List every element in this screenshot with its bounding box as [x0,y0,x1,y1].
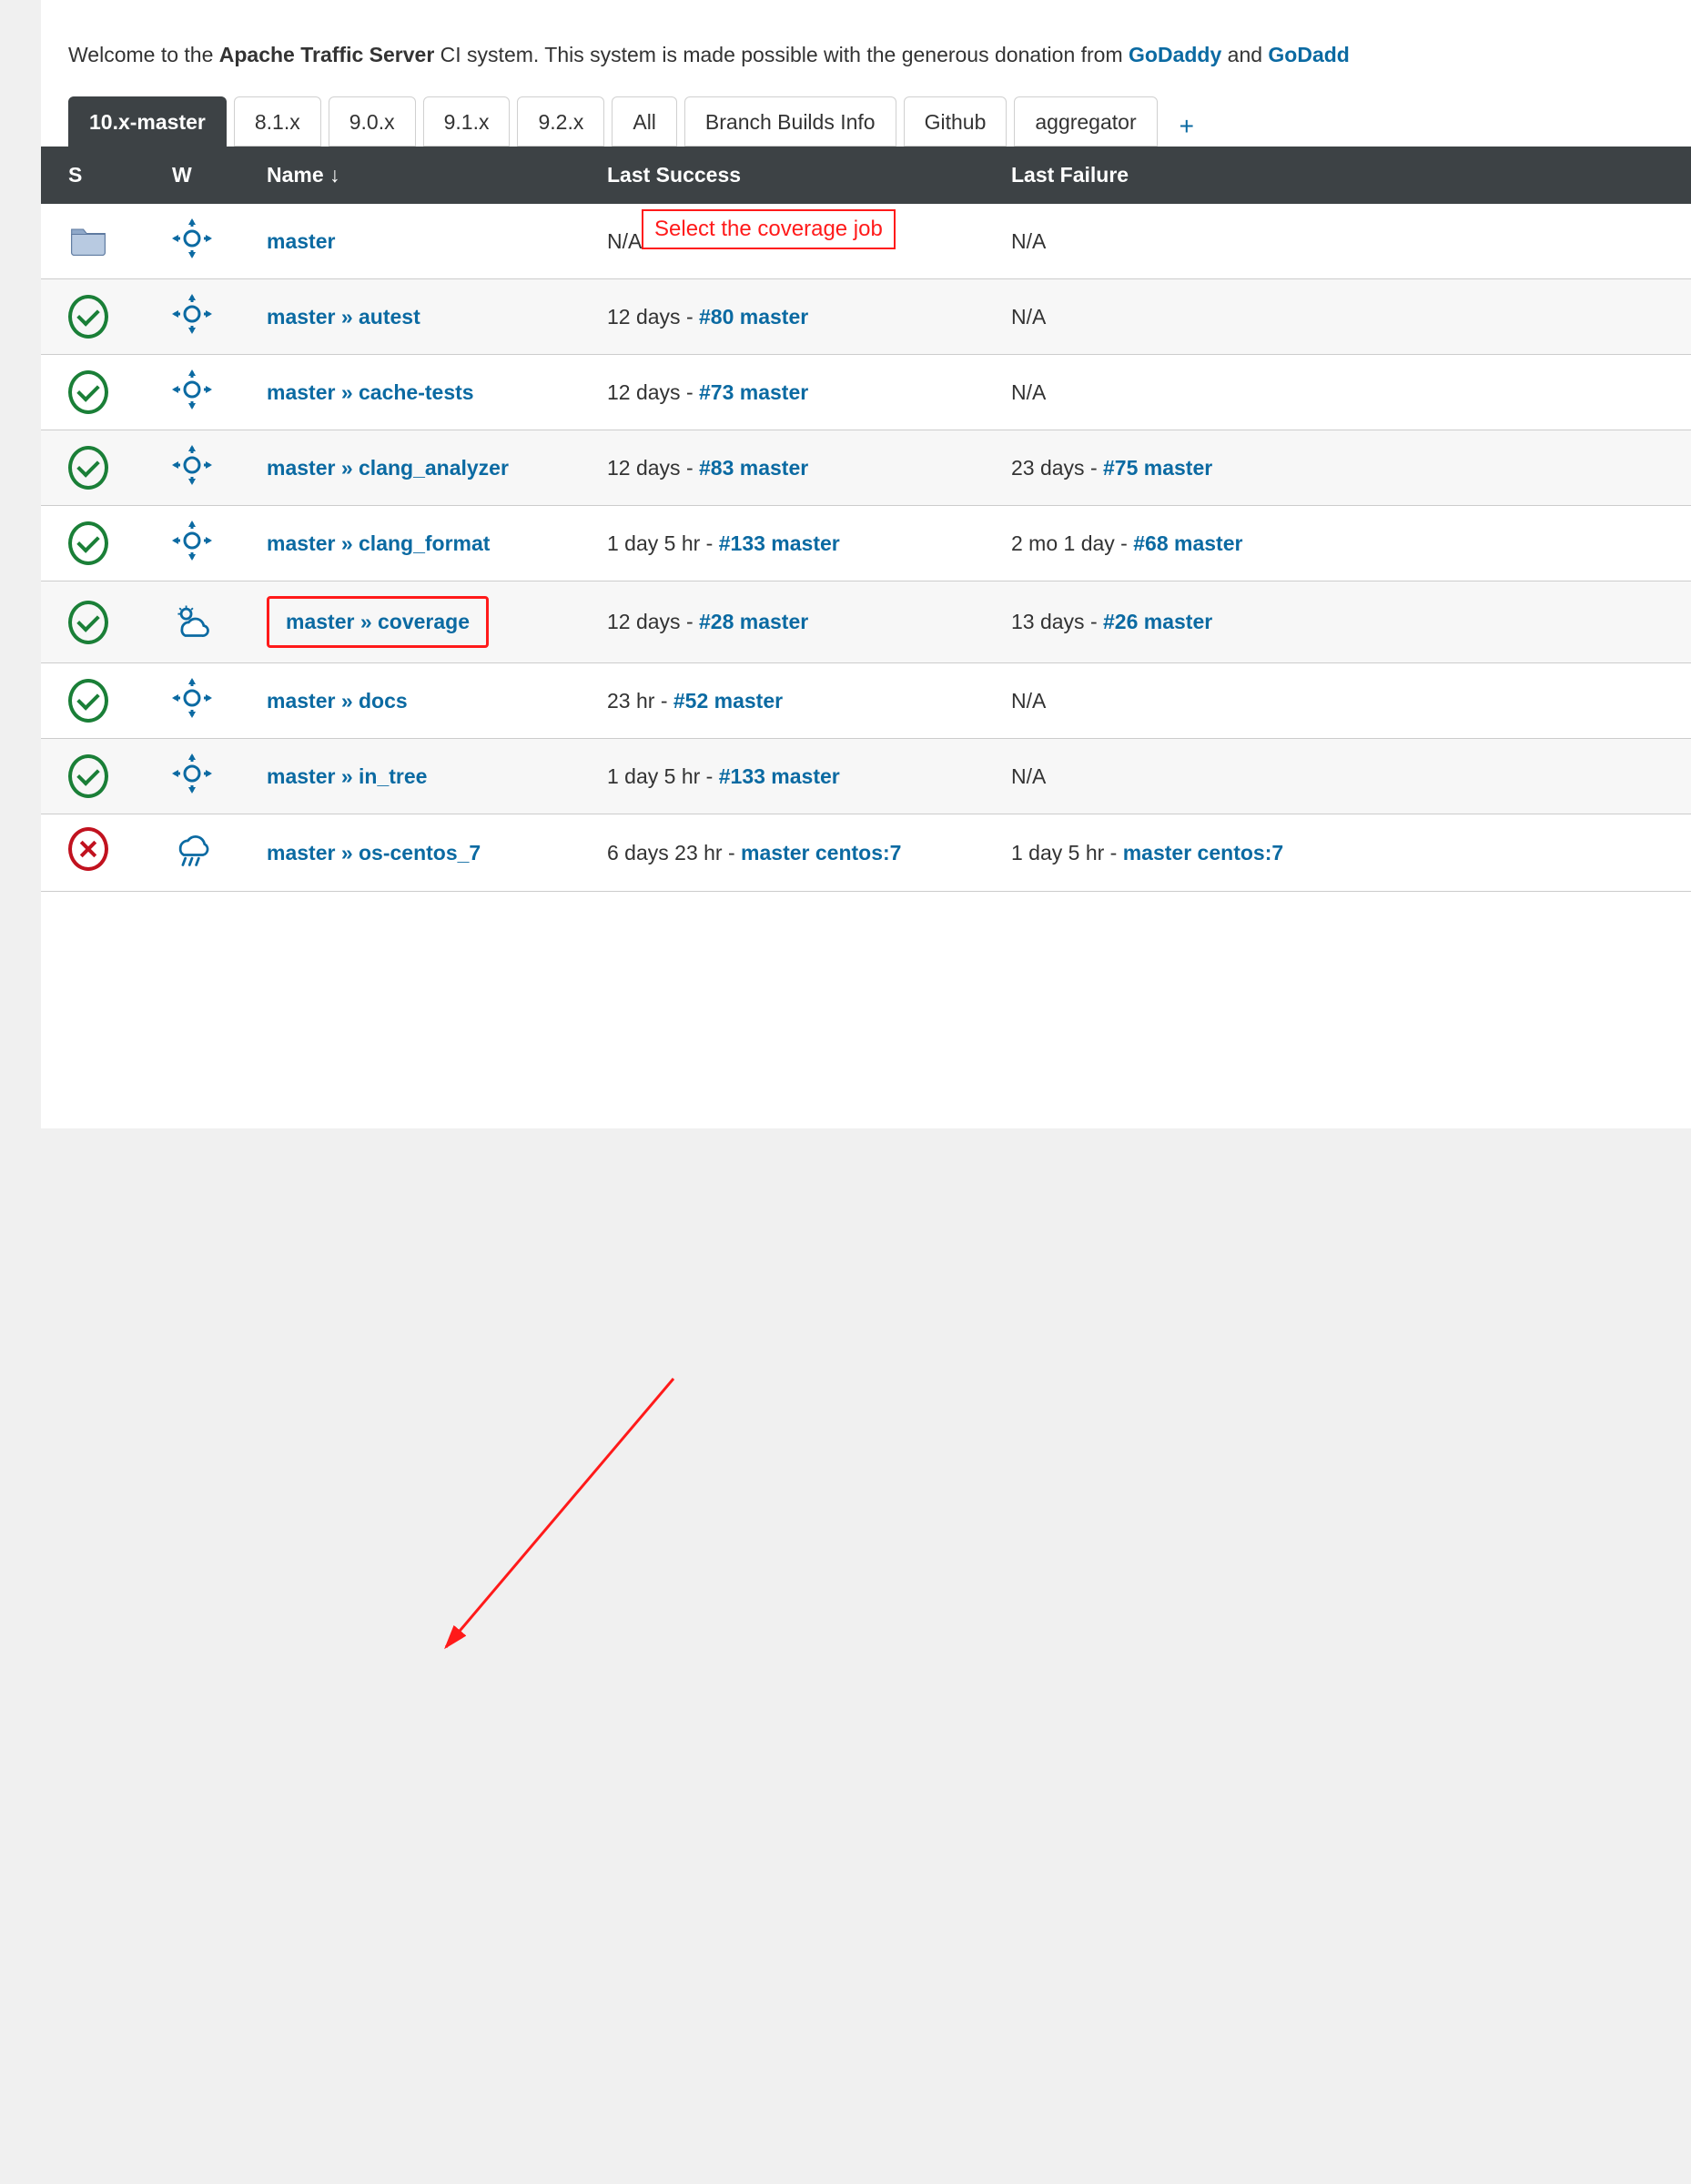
build-link[interactable]: #28 master [699,610,808,633]
table-row: master » coverage12 days - #28 master13 … [41,581,1691,663]
godaddy-link-2[interactable]: GoDadd [1268,43,1349,66]
folder-icon [68,219,108,259]
status-success-icon [68,448,108,488]
tab-aggregator[interactable]: aggregator [1014,96,1157,147]
table-row: master » cache-tests12 days - #73 master… [41,355,1691,430]
highlighted-job: master » coverage [267,596,489,648]
job-link[interactable]: master » cache-tests [267,380,474,404]
sunny-icon [172,218,212,258]
tab-10-x-master[interactable]: 10.x-master [68,96,227,147]
job-link[interactable]: master [267,229,335,253]
annotation-arrow [0,1128,1691,2184]
tab-9-2-x[interactable]: 9.2.x [517,96,604,147]
tab-8-1-x[interactable]: 8.1.x [234,96,321,147]
build-link[interactable]: #26 master [1103,610,1212,633]
sunny-icon [172,369,212,410]
build-link[interactable]: #73 master [699,380,808,404]
status-success-icon [68,372,108,412]
add-tab-button[interactable]: + [1165,105,1209,147]
sunny-icon [172,753,212,794]
branch-tabs: 10.x-master8.1.x9.0.x9.1.x9.2.xAllBranch… [41,96,1691,147]
col-weather[interactable]: W [161,147,256,204]
col-last-failure[interactable]: Last Failure [1000,147,1691,204]
build-link[interactable]: #68 master [1133,531,1242,555]
status-success-icon [68,756,108,796]
tab-9-0-x[interactable]: 9.0.x [329,96,416,147]
build-link[interactable]: #52 master [673,689,783,713]
sunny-icon [172,521,212,561]
partly-cloudy-icon [172,601,212,641]
table-row: master » clang_analyzer12 days - #83 mas… [41,430,1691,506]
table-row: master » docs23 hr - #52 masterN/A [41,663,1691,739]
job-link[interactable]: master » docs [267,689,408,713]
annotation-callout: Select the coverage job [642,209,896,249]
intro-text: Welcome to the Apache Traffic Server CI … [41,0,1691,96]
status-success-icon [68,681,108,721]
job-link[interactable]: master » autest [267,305,420,329]
table-row: master » in_tree1 day 5 hr - #133 master… [41,739,1691,814]
col-last-success[interactable]: Last Success [596,147,1000,204]
jobs-table: S W Name Last Success Last Failure maste… [41,147,1691,892]
status-success-icon [68,602,108,642]
status-success-icon [68,523,108,563]
table-row: master » clang_format1 day 5 hr - #133 m… [41,506,1691,581]
sunny-icon [172,678,212,718]
table-row: master » autest12 days - #80 masterN/A [41,279,1691,355]
col-name[interactable]: Name [256,147,596,204]
rain-icon [172,830,212,870]
job-link[interactable]: master » os-centos_7 [267,841,481,864]
sunny-icon [172,445,212,485]
job-link[interactable]: master » in_tree [267,764,427,788]
status-success-icon [68,297,108,337]
job-link[interactable]: master » coverage [286,610,470,633]
build-link[interactable]: #133 master [719,764,840,788]
tab-9-1-x[interactable]: 9.1.x [423,96,511,147]
job-link[interactable]: master » clang_format [267,531,490,555]
table-row: master » os-centos_76 days 23 hr - maste… [41,814,1691,892]
tab-all[interactable]: All [612,96,677,147]
tab-branch-builds-info[interactable]: Branch Builds Info [684,96,896,147]
job-link[interactable]: master » clang_analyzer [267,456,509,480]
status-fail-icon [68,829,108,869]
build-link[interactable]: #133 master [719,531,840,555]
build-link[interactable]: #75 master [1103,456,1212,480]
build-link[interactable]: master centos:7 [741,841,901,864]
build-link[interactable]: master centos:7 [1123,841,1283,864]
col-status[interactable]: S [41,147,161,204]
build-link[interactable]: #80 master [699,305,808,329]
godaddy-link-1[interactable]: GoDaddy [1129,43,1221,66]
build-link[interactable]: #83 master [699,456,808,480]
sunny-icon [172,294,212,334]
tab-github[interactable]: Github [904,96,1008,147]
